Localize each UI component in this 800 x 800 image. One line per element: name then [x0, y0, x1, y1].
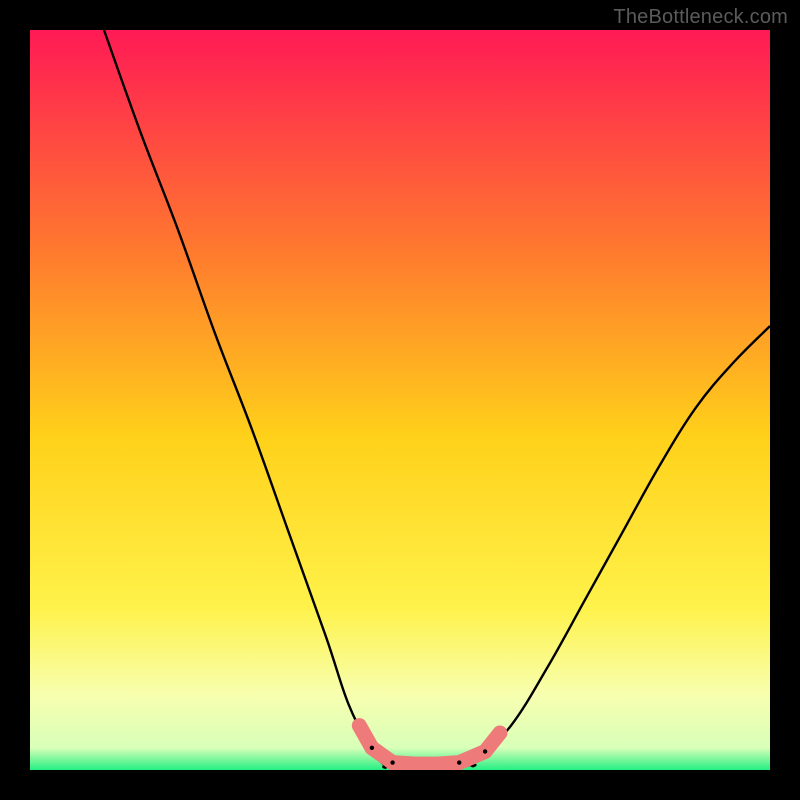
marker-dot: [390, 760, 394, 764]
chart-frame: TheBottleneck.com: [0, 0, 800, 800]
credit-watermark: TheBottleneck.com: [613, 6, 788, 29]
marker-dot: [483, 749, 487, 753]
marker-dot: [370, 746, 374, 750]
curve-layer: [30, 30, 770, 770]
marker-group: [359, 726, 500, 765]
plot-area: [30, 30, 770, 770]
bottleneck-curve: [104, 30, 770, 768]
marker-capsule: [485, 733, 500, 752]
marker-dot: [457, 760, 461, 764]
